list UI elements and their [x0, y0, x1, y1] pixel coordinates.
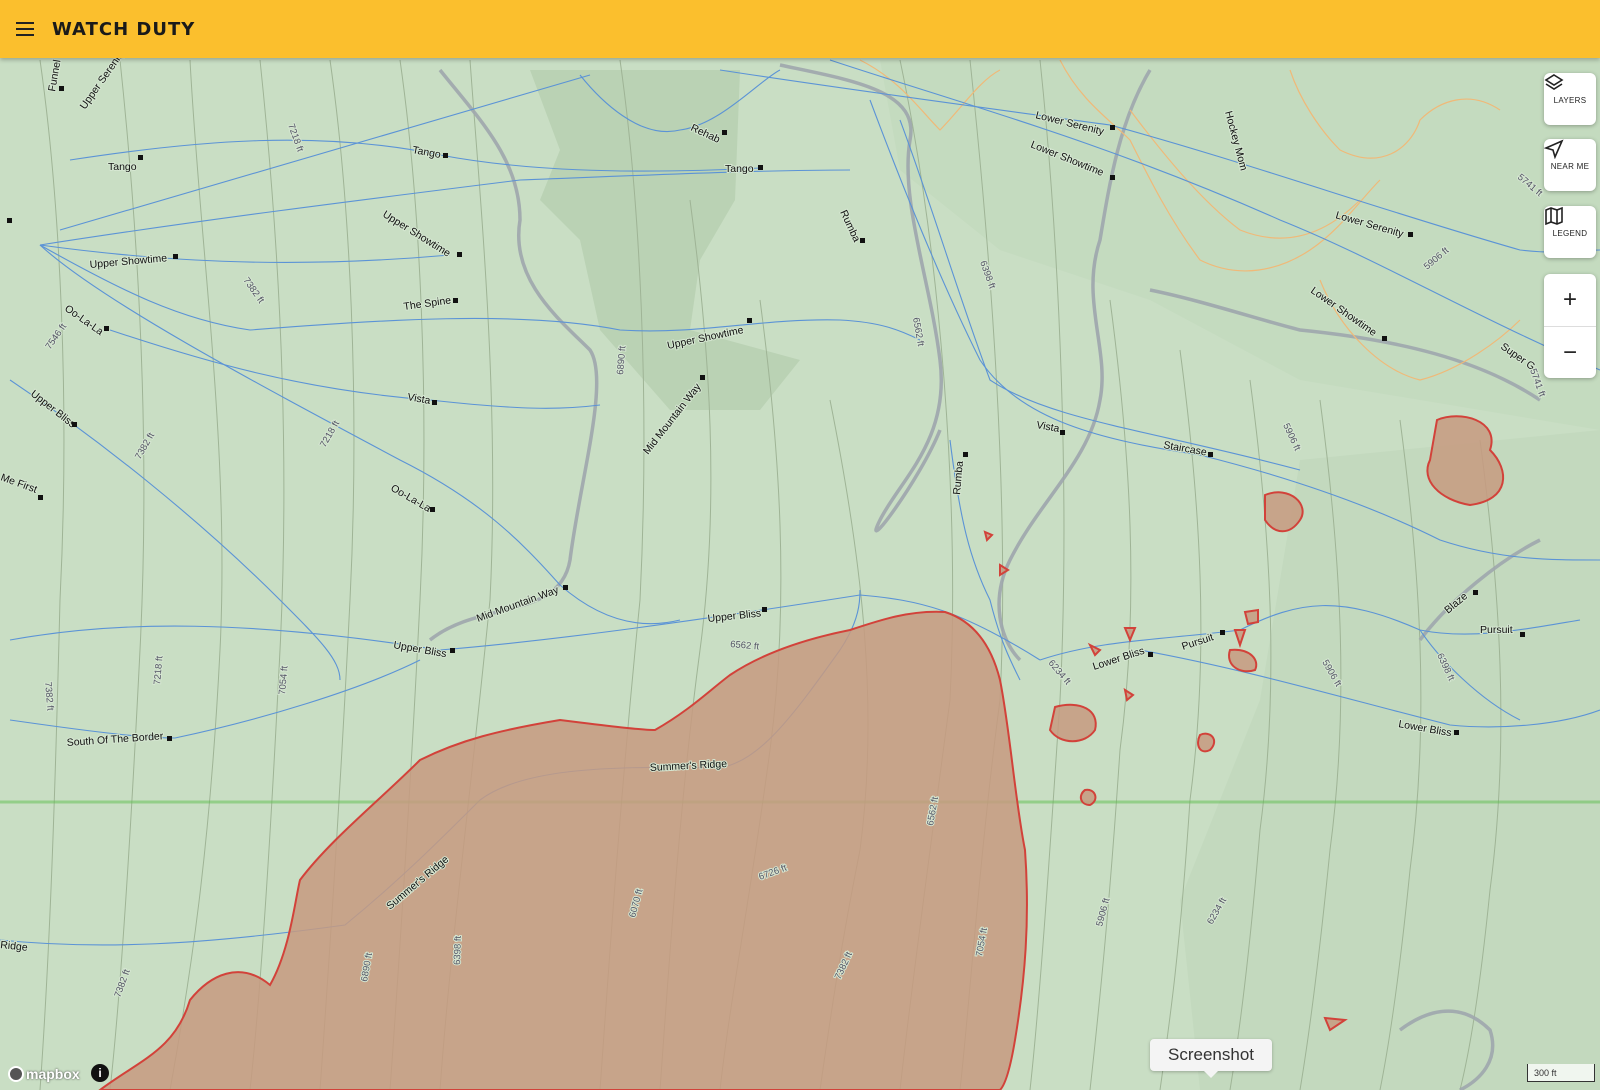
trail-label: Tango: [108, 161, 137, 173]
info-icon[interactable]: i: [91, 1064, 109, 1082]
legend-button[interactable]: LEGEND: [1544, 206, 1596, 258]
scale-bar: 300 ft: [1527, 1064, 1595, 1082]
mapbox-logo-icon: [8, 1066, 24, 1082]
layers-label: LAYERS: [1553, 96, 1587, 105]
layers-button[interactable]: LAYERS: [1544, 73, 1596, 125]
elevation-label: 6398 ft: [452, 935, 464, 965]
near-me-icon: [1544, 139, 1564, 159]
trail-label: Pursuit: [1480, 624, 1513, 636]
mapbox-logo-text: mapbox: [26, 1066, 80, 1082]
legend-icon: [1545, 206, 1563, 226]
screenshot-tooltip[interactable]: Screenshot: [1150, 1039, 1272, 1078]
legend-label: LEGEND: [1552, 229, 1588, 238]
near-me-button[interactable]: NEAR ME: [1544, 139, 1596, 191]
near-me-label: NEAR ME: [1550, 162, 1590, 171]
mapbox-logo[interactable]: mapbox: [8, 1064, 80, 1084]
header-bar: WATCH DUTY: [0, 0, 1600, 58]
map-layer[interactable]: Funnel Upper Serenity Tango Tango Tango …: [0, 58, 1600, 1090]
menu-icon: [16, 22, 34, 36]
menu-button[interactable]: [0, 0, 52, 58]
app-title: WATCH DUTY: [52, 18, 196, 40]
zoom-control: + −: [1544, 274, 1596, 378]
zoom-in-button[interactable]: +: [1544, 274, 1596, 327]
trail-label: Tango: [725, 163, 754, 175]
layers-icon: [1544, 74, 1564, 90]
map-canvas[interactable]: Funnel Upper Serenity Tango Tango Tango …: [0, 58, 1600, 1090]
zoom-out-button[interactable]: −: [1544, 327, 1596, 379]
